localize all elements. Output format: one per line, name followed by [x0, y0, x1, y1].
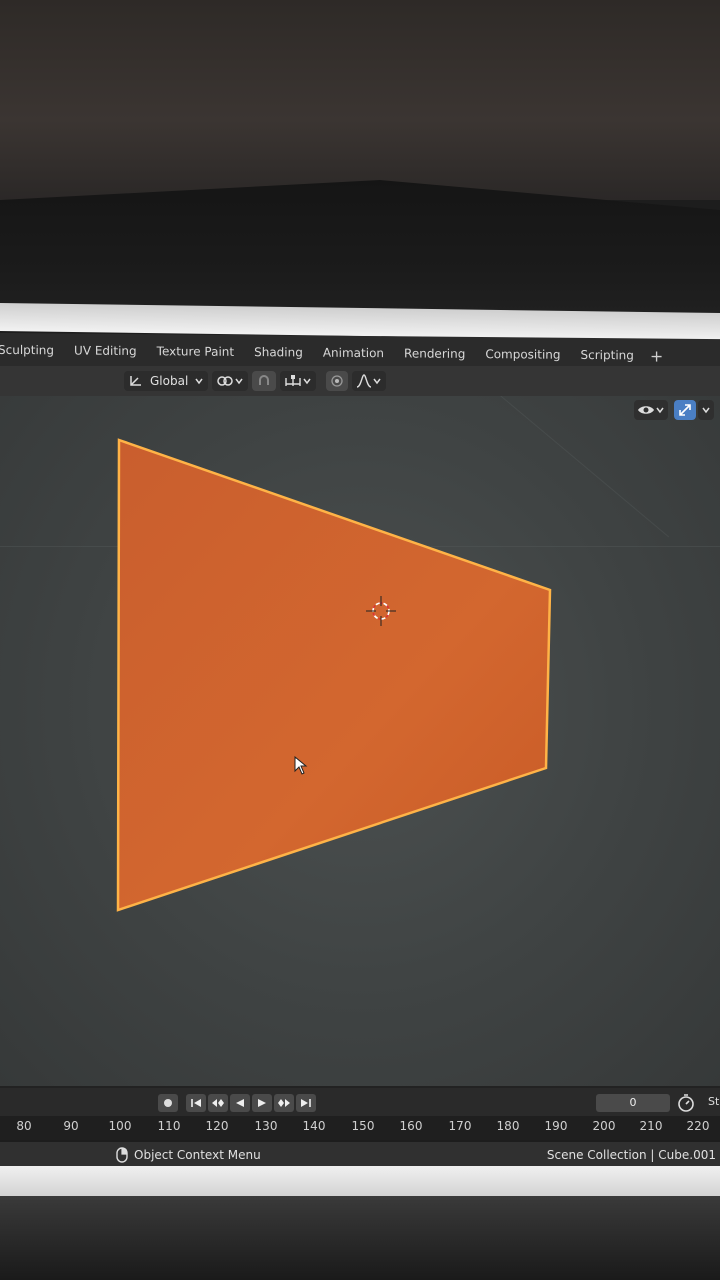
chevron-down-icon — [235, 378, 243, 385]
snap-icon — [259, 375, 270, 385]
chevron-down-icon — [195, 378, 203, 385]
monitor-bezel-bottom — [0, 1196, 720, 1280]
3d-viewport[interactable] — [0, 396, 720, 1086]
snap-target-dropdown[interactable] — [280, 371, 317, 391]
snap-toggle[interactable] — [252, 371, 277, 391]
transform-pivot-icon — [217, 376, 234, 386]
proportional-edit-toggle[interactable] — [326, 371, 349, 391]
pivot-point-dropdown[interactable] — [212, 371, 249, 391]
play-button[interactable] — [252, 1094, 272, 1112]
background-wall — [0, 0, 720, 200]
mouse-right-click-icon — [116, 1147, 128, 1163]
jump-start-button[interactable] — [186, 1094, 206, 1112]
ruler-tick: 170 — [448, 1119, 472, 1133]
jump-start-icon — [191, 1099, 201, 1107]
play-reverse-button[interactable] — [230, 1094, 250, 1112]
prev-keyframe-icon — [212, 1099, 224, 1107]
next-keyframe-icon — [278, 1099, 290, 1107]
playback-controls — [158, 1094, 316, 1112]
timeline-ruler[interactable]: 80 90 100 110 120 130 140 150 160 170 18… — [0, 1116, 720, 1140]
jump-end-icon — [301, 1099, 311, 1107]
ruler-tick: 190 — [544, 1119, 568, 1133]
snap-increment-icon — [285, 375, 301, 386]
ruler-tick: 140 — [302, 1119, 326, 1133]
tab-sculpting[interactable]: Sculpting — [0, 333, 64, 368]
prev-keyframe-button[interactable] — [208, 1094, 228, 1112]
play-reverse-icon — [236, 1099, 244, 1107]
ruler-tick: 180 — [496, 1119, 520, 1133]
ruler-tick: 130 — [254, 1119, 278, 1133]
chevron-down-icon — [373, 378, 381, 385]
3d-cursor-icon[interactable] — [366, 596, 396, 626]
mouse-icon — [294, 756, 308, 775]
status-hint-label: Object Context Menu — [134, 1148, 261, 1162]
tab-uv-editing[interactable]: UV Editing — [64, 333, 147, 368]
next-keyframe-button[interactable] — [274, 1094, 294, 1112]
add-workspace-button[interactable]: + — [644, 346, 669, 365]
ruler-tick: 80 — [16, 1119, 32, 1133]
tab-texture-paint[interactable]: Texture Paint — [147, 334, 244, 369]
ruler-tick: 90 — [63, 1119, 79, 1133]
falloff-dropdown[interactable] — [352, 371, 387, 391]
tab-shading[interactable]: Shading — [244, 335, 313, 370]
current-frame-field[interactable]: 0 — [596, 1094, 670, 1112]
screen-edge-bottom — [0, 1166, 720, 1200]
ruler-tick: 100 — [108, 1119, 132, 1133]
ruler-tick: 110 — [157, 1119, 181, 1133]
start-frame-label: St — [708, 1095, 720, 1108]
selected-plane-object[interactable] — [0, 396, 720, 1086]
falloff-icon — [357, 374, 372, 388]
transform-orientation-label: Global — [150, 374, 189, 388]
ruler-tick: 210 — [639, 1119, 663, 1133]
transform-orientation-icon — [130, 376, 141, 386]
status-bar: Object Context Menu Scene Collection | C… — [0, 1142, 720, 1168]
play-icon — [258, 1099, 266, 1107]
stopwatch-icon[interactable] — [676, 1093, 696, 1113]
jump-end-button[interactable] — [296, 1094, 316, 1112]
ruler-tick: 150 — [351, 1119, 375, 1133]
viewport-header: Global — [0, 366, 720, 396]
ruler-tick: 160 — [399, 1119, 423, 1133]
record-button[interactable] — [158, 1094, 178, 1112]
plane-face[interactable] — [116, 438, 552, 912]
proportional-edit-icon — [331, 375, 343, 387]
transform-orientation-dropdown[interactable]: Global — [124, 371, 209, 391]
ruler-tick: 200 — [592, 1119, 616, 1133]
chevron-down-icon — [303, 378, 311, 385]
ruler-tick: 120 — [205, 1119, 229, 1133]
record-icon — [164, 1099, 172, 1107]
status-info: Scene Collection | Cube.001 — [546, 1148, 716, 1162]
status-hint: Object Context Menu — [116, 1147, 261, 1163]
ruler-tick: 220 — [686, 1119, 710, 1133]
timeline-header: 0 St — [0, 1086, 720, 1120]
